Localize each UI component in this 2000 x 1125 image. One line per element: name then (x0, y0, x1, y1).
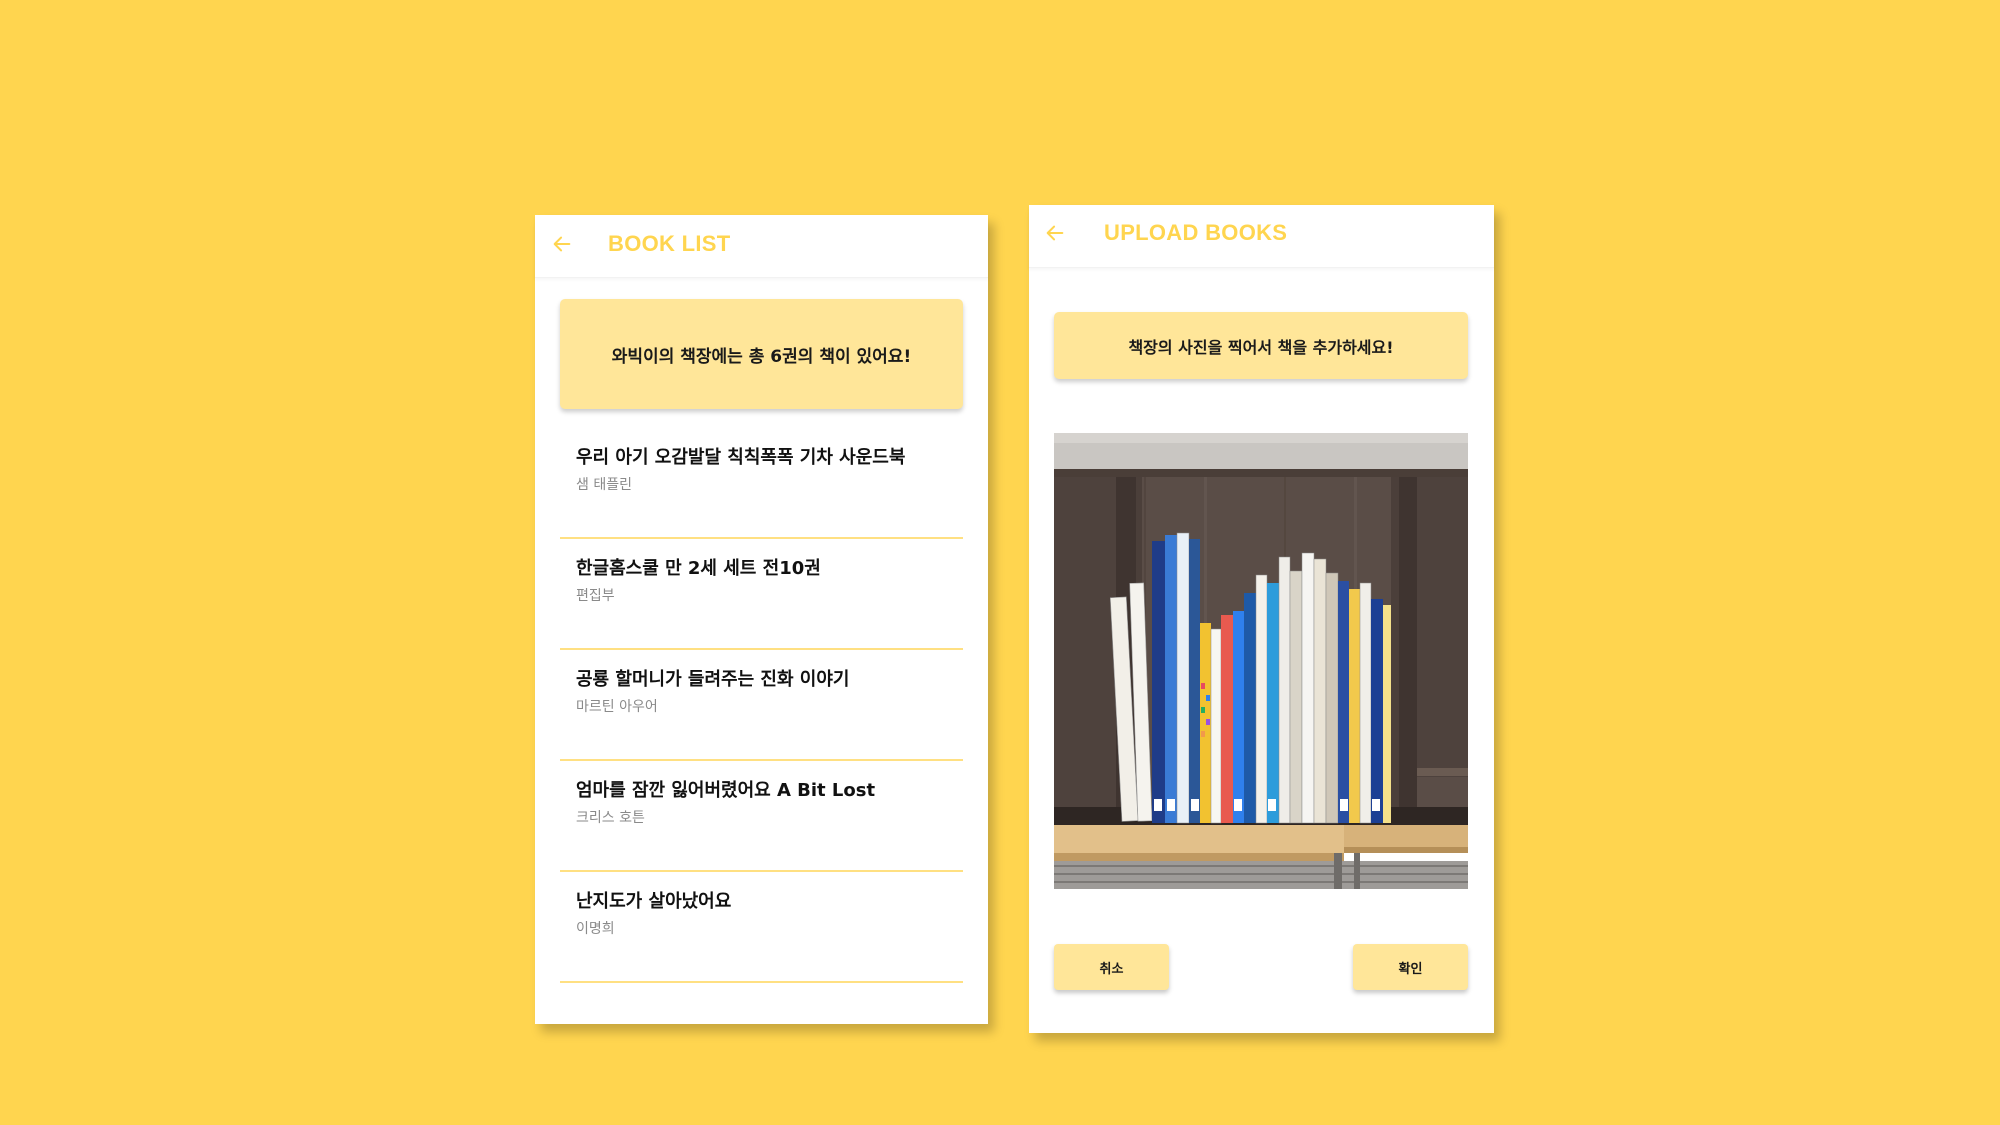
book-author: 크리스 호튼 (576, 810, 645, 826)
book-list-item[interactable]: 공룡 할머니가 들려주는 진화 이야기 마르틴 아우어 (560, 650, 963, 761)
book-author: 편집부 (576, 588, 615, 604)
upload-books-screen: UPLOAD BOOKS 책장의 사진을 찍어서 책을 추가하세요! 취소 확인 (1029, 205, 1494, 1033)
book-author: 마르틴 아우어 (576, 699, 658, 715)
book-title: 난지도가 살아났어요 (576, 891, 732, 912)
bookshelf-photo-image (1054, 433, 1468, 889)
page-title: UPLOAD BOOKS (1104, 220, 1288, 245)
book-list-item[interactable]: 우리 아기 오감발달 칙칙폭폭 기차 사운드북 샘 태플린 (560, 428, 963, 539)
bookshelf-photo (1054, 433, 1468, 889)
book-title: 공룡 할머니가 들려주는 진화 이야기 (576, 669, 850, 690)
book-list-item[interactable]: 엄마를 잠깐 잃어버렸어요 A Bit Lost 크리스 호튼 (560, 761, 963, 872)
page-title: BOOK LIST (608, 231, 731, 256)
book-author: 이명희 (576, 921, 615, 937)
upload-header: UPLOAD BOOKS (1029, 205, 1494, 268)
page-background: { "book_list_screen": { "title": "BOOK L… (0, 0, 2000, 1125)
cancel-button[interactable]: 취소 (1054, 944, 1169, 990)
book-list-screen: BOOK LIST 와빅이의 책장에는 총 6권의 책이 있어요! 우리 아기 … (535, 215, 988, 1024)
book-author: 샘 태플린 (576, 477, 632, 493)
book-list-item[interactable]: 난지도가 살아났어요 이명희 (560, 872, 963, 983)
arrow-left-icon[interactable] (551, 233, 573, 255)
book-list-item[interactable]: 한글홈스쿨 만 2세 세트 전10권 편집부 (560, 539, 963, 650)
book-count-banner: 와빅이의 책장에는 총 6권의 책이 있어요! (560, 299, 963, 409)
book-title: 엄마를 잠깐 잃어버렸어요 A Bit Lost (576, 780, 876, 801)
book-list-header: BOOK LIST (535, 215, 988, 278)
book-title: 한글홈스쿨 만 2세 세트 전10권 (576, 558, 821, 579)
book-list: 우리 아기 오감발달 칙칙폭폭 기차 사운드북 샘 태플린 한글홈스쿨 만 2세… (560, 428, 963, 983)
arrow-left-icon[interactable] (1044, 222, 1066, 244)
upload-instruction-banner: 책장의 사진을 찍어서 책을 추가하세요! (1054, 312, 1468, 379)
book-title: 우리 아기 오감발달 칙칙폭폭 기차 사운드북 (576, 447, 906, 468)
confirm-button[interactable]: 확인 (1353, 944, 1468, 990)
